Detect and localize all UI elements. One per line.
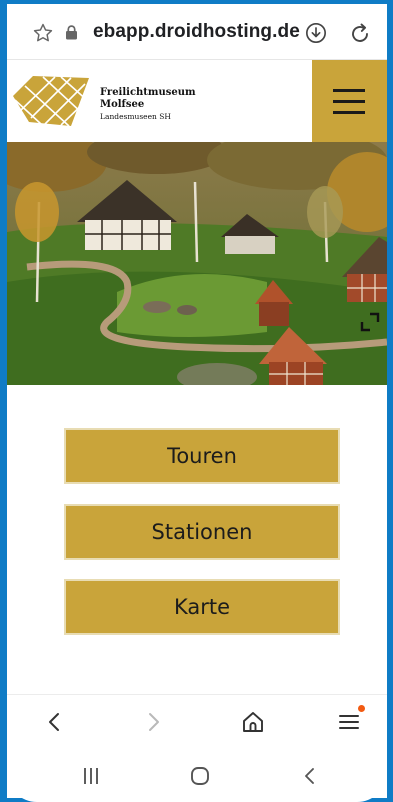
- home-circle-icon[interactable]: [189, 765, 211, 787]
- touren-button[interactable]: Touren: [64, 428, 340, 484]
- logo-title: Freilichtmuseum: [100, 87, 196, 98]
- reload-icon[interactable]: [348, 21, 372, 45]
- notification-dot: [358, 705, 365, 712]
- home-icon[interactable]: [240, 709, 266, 735]
- museum-logo-icon[interactable]: [11, 74, 91, 128]
- hamburger-menu-button[interactable]: [312, 60, 387, 146]
- stationen-button[interactable]: Stationen: [64, 504, 340, 560]
- logo-subtitle: Molfsee: [100, 99, 145, 110]
- forward-icon[interactable]: [140, 709, 166, 735]
- hamburger-bar: [333, 100, 365, 103]
- museum-logo-text[interactable]: Freilichtmuseum Molfsee Landesmuseen SH: [100, 87, 196, 123]
- logo-tagline: Landesmuseen SH: [100, 112, 171, 121]
- star-icon[interactable]: [32, 22, 54, 44]
- expand-icon[interactable]: [360, 312, 380, 332]
- back-chevron-icon[interactable]: [299, 765, 321, 787]
- menu-icon[interactable]: [336, 709, 362, 735]
- karte-button[interactable]: Karte: [64, 579, 340, 635]
- lock-icon: [66, 25, 77, 40]
- recents-icon[interactable]: [80, 765, 102, 787]
- hamburger-icon: [333, 89, 365, 92]
- download-icon[interactable]: [305, 22, 327, 44]
- url-text[interactable]: ebapp.droidhosting.de: [93, 21, 300, 43]
- hamburger-bar: [333, 111, 365, 114]
- hero-image: [7, 142, 387, 385]
- back-icon[interactable]: [42, 709, 68, 735]
